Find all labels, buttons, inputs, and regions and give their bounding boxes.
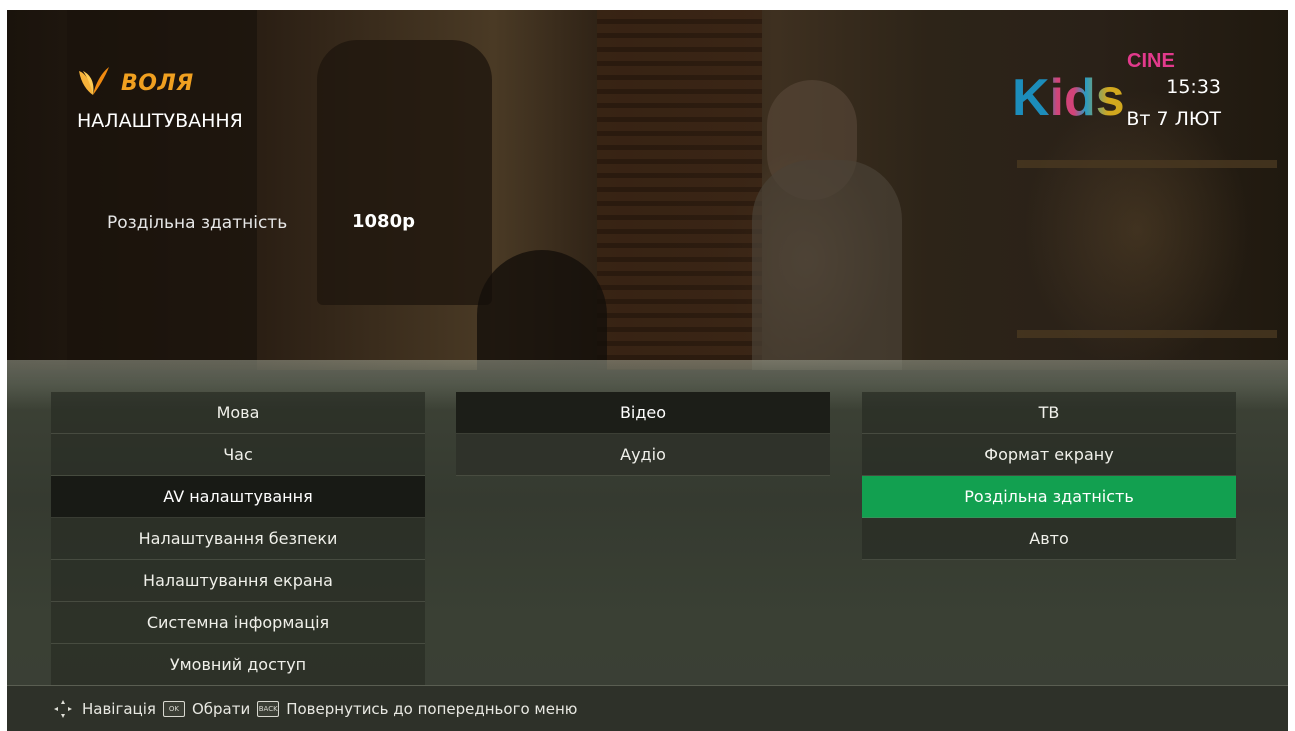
clock-date: Вт 7 ЛЮТ: [1126, 108, 1221, 130]
menu-item-resolution[interactable]: Роздільна здатність: [862, 476, 1236, 518]
menu-item-conditional-access[interactable]: Умовний доступ: [51, 644, 425, 686]
menu-item-av-settings[interactable]: AV налаштування: [51, 476, 425, 518]
menu-item-tv[interactable]: ТВ: [862, 392, 1236, 434]
brand-logo: ВОЛЯ: [75, 65, 194, 101]
menu-item-video[interactable]: Відео: [456, 392, 830, 434]
video-settings-menu: ТВ Формат екрану Роздільна здатність Авт…: [862, 392, 1236, 560]
footer-back-label: Повернутись до попереднього меню: [286, 700, 578, 718]
menu-item-auto[interactable]: Авто: [862, 518, 1236, 560]
clock-time: 15:33: [1166, 76, 1221, 98]
menu-item-time[interactable]: Час: [51, 434, 425, 476]
menu-item-system-info[interactable]: Системна інформація: [51, 602, 425, 644]
dpad-icon: [52, 698, 74, 720]
menu-item-language[interactable]: Мова: [51, 392, 425, 434]
channel-logo-main: Kids: [1012, 69, 1125, 127]
volia-leaf-icon: [79, 67, 109, 95]
footer-select-label: Обрати: [191, 700, 251, 718]
ok-key-icon: OK: [162, 701, 185, 717]
menu-item-security-settings[interactable]: Налаштування безпеки: [51, 518, 425, 560]
resolution-info-value: 1080p: [352, 211, 415, 232]
menu-item-audio[interactable]: Аудіо: [456, 434, 830, 476]
tv-screen: ВОЛЯ НАЛАШТУВАННЯ Роздільна здатність 10…: [7, 10, 1288, 731]
settings-main-menu: Мова Час AV налаштування Налаштування бе…: [51, 392, 425, 686]
back-key-icon: BACK: [257, 701, 280, 717]
av-settings-menu: Відео Аудіо: [456, 392, 830, 476]
channel-logo-sup: CINE: [1127, 50, 1175, 72]
resolution-info-label: Роздільна здатність: [107, 213, 288, 233]
menu-item-screen-settings[interactable]: Налаштування екрана: [51, 560, 425, 602]
footer-navigate-label: Навігація: [82, 700, 156, 718]
page-title: НАЛАШТУВАННЯ: [77, 110, 243, 132]
brand-name: ВОЛЯ: [121, 70, 194, 96]
menu-item-screen-format[interactable]: Формат екрану: [862, 434, 1236, 476]
footer-hint-bar: Навігація OK Обрати BACK Повернутись до …: [7, 685, 1288, 731]
